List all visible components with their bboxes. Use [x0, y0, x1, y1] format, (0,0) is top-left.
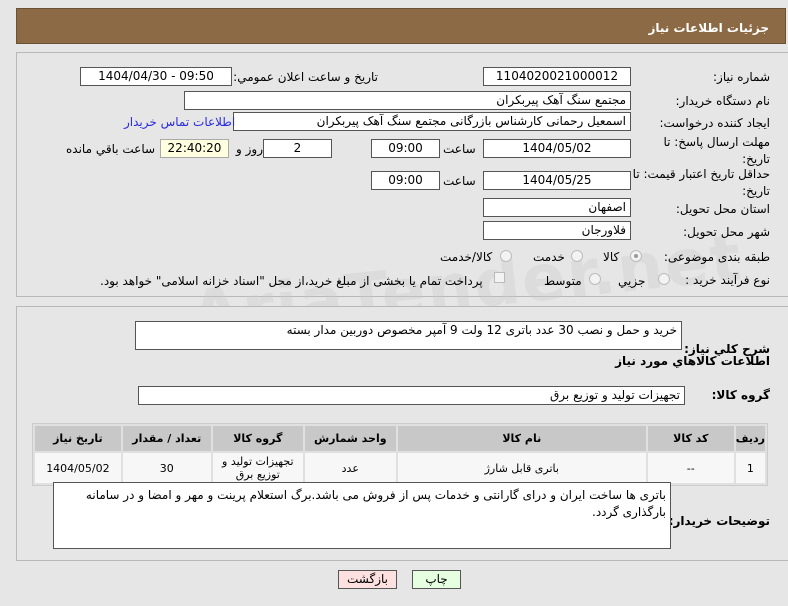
col-name: نام کالا [397, 426, 646, 451]
treasury-payment-checkbox[interactable] [494, 272, 505, 283]
table-header-row: رديف کد کالا نام کالا واحد شمارش گروه کا… [35, 426, 765, 451]
category-label: طبقه بندی موضوعی: [663, 250, 770, 264]
treasury-payment-note: پرداخت تمام يا بخشی از مبلغ خريد،از محل … [100, 274, 483, 288]
print-button[interactable]: چاپ [412, 570, 461, 589]
col-row: رديف [735, 426, 765, 451]
announce-label: تاریخ و ساعت اعلان عمومي: [233, 70, 378, 84]
buyer-label: نام دستگاه خريدار: [675, 94, 771, 108]
col-unit: واحد شمارش [304, 426, 396, 451]
goods-group-label: گروه کالا: [711, 388, 770, 402]
deadline-time-field: 09:00 [371, 139, 440, 158]
category-option-service: خدمت [533, 250, 565, 264]
creator-label: ايجاد کننده درخواست: [659, 116, 770, 130]
buyer-field: مجتمع سنگ آهک پیربکران [184, 91, 631, 110]
deadline-date-field: 1404/05/02 [483, 139, 631, 158]
process-radio-medium[interactable] [589, 273, 601, 285]
validity-time-label: ساعت [443, 174, 476, 188]
need-number-field: 1104020021000012 [483, 67, 631, 86]
need-number-label: شماره نیاز: [713, 70, 770, 84]
contact-info-link[interactable]: اطلاعات تماس خريدار [124, 115, 235, 129]
creator-field: اسمعیل رحمانی کارشناس بازرگانی مجتمع سنگ… [233, 112, 631, 131]
goods-table: رديف کد کالا نام کالا واحد شمارش گروه کا… [32, 423, 768, 486]
validity-date-field: 1404/05/25 [483, 171, 631, 190]
page-header: جزئیات اطلاعات نیاز [16, 8, 786, 44]
category-radio-both[interactable] [500, 250, 512, 262]
province-label: استان محل تحويل: [675, 202, 770, 216]
back-button[interactable]: بازگشت [338, 570, 397, 589]
deadline-time-label: ساعت [443, 142, 476, 156]
validity-time-field: 09:00 [371, 171, 440, 190]
category-radio-goods[interactable] [630, 250, 642, 262]
process-option-minor: جزيي [618, 274, 646, 288]
deadline-label: مهلت ارسال پاسخ: تا تاريخ: [663, 135, 770, 166]
cell-qty: 30 [122, 453, 211, 483]
col-code: کد کالا [647, 426, 734, 451]
buyer-notes-textarea[interactable]: باتری ها ساخت ایران و درای گارانتی و خدم… [53, 482, 671, 549]
category-option-both: کالا/خدمت [440, 250, 493, 264]
cell-name: باتری قابل شارژ [397, 453, 646, 483]
remaining-label: ساعت باقي مانده [66, 142, 156, 156]
table-row: 1 -- باتری قابل شارژ عدد تجهیزات تولید و… [35, 453, 765, 483]
city-field: فلاورجان [483, 221, 631, 240]
process-label: نوع فرآيند خريد : [685, 273, 770, 287]
goods-section-title: اطلاعات کالاهاي مورد نياز [615, 354, 770, 368]
province-field: اصفهان [483, 198, 631, 217]
cell-unit: عدد [304, 453, 396, 483]
col-group: گروه کالا [212, 426, 303, 451]
col-qty: تعداد / مقدار [122, 426, 211, 451]
announce-field: 1404/04/30 - 09:50 [80, 67, 232, 86]
process-option-medium: متوسط [544, 274, 582, 288]
category-radio-service[interactable] [571, 250, 583, 262]
process-radio-minor[interactable] [658, 273, 670, 285]
col-date: تاريخ نياز [35, 426, 121, 451]
buyer-notes-label: توضيحات خريدار: [668, 514, 770, 528]
cell-date: 1404/05/02 [35, 453, 121, 483]
category-option-goods: کالا [603, 250, 620, 264]
remaining-time-field: 22:40:20 [160, 139, 229, 158]
validity-label: حداقل تاريخ اعتبار قيمت: تا تاريخ: [632, 167, 770, 198]
description-textarea[interactable]: خرید و حمل و نصب 30 عدد باتری 12 ولت 9 آ… [135, 321, 682, 350]
days-label: روز و [236, 142, 263, 156]
cell-code: -- [647, 453, 734, 483]
cell-group: تجهیزات تولید و توزیع برق [212, 453, 303, 483]
cell-row: 1 [735, 453, 765, 483]
days-field: 2 [263, 139, 332, 158]
goods-group-field: تجهیزات تولید و توزیع برق [138, 386, 685, 405]
city-label: شهر محل تحويل: [683, 225, 770, 239]
